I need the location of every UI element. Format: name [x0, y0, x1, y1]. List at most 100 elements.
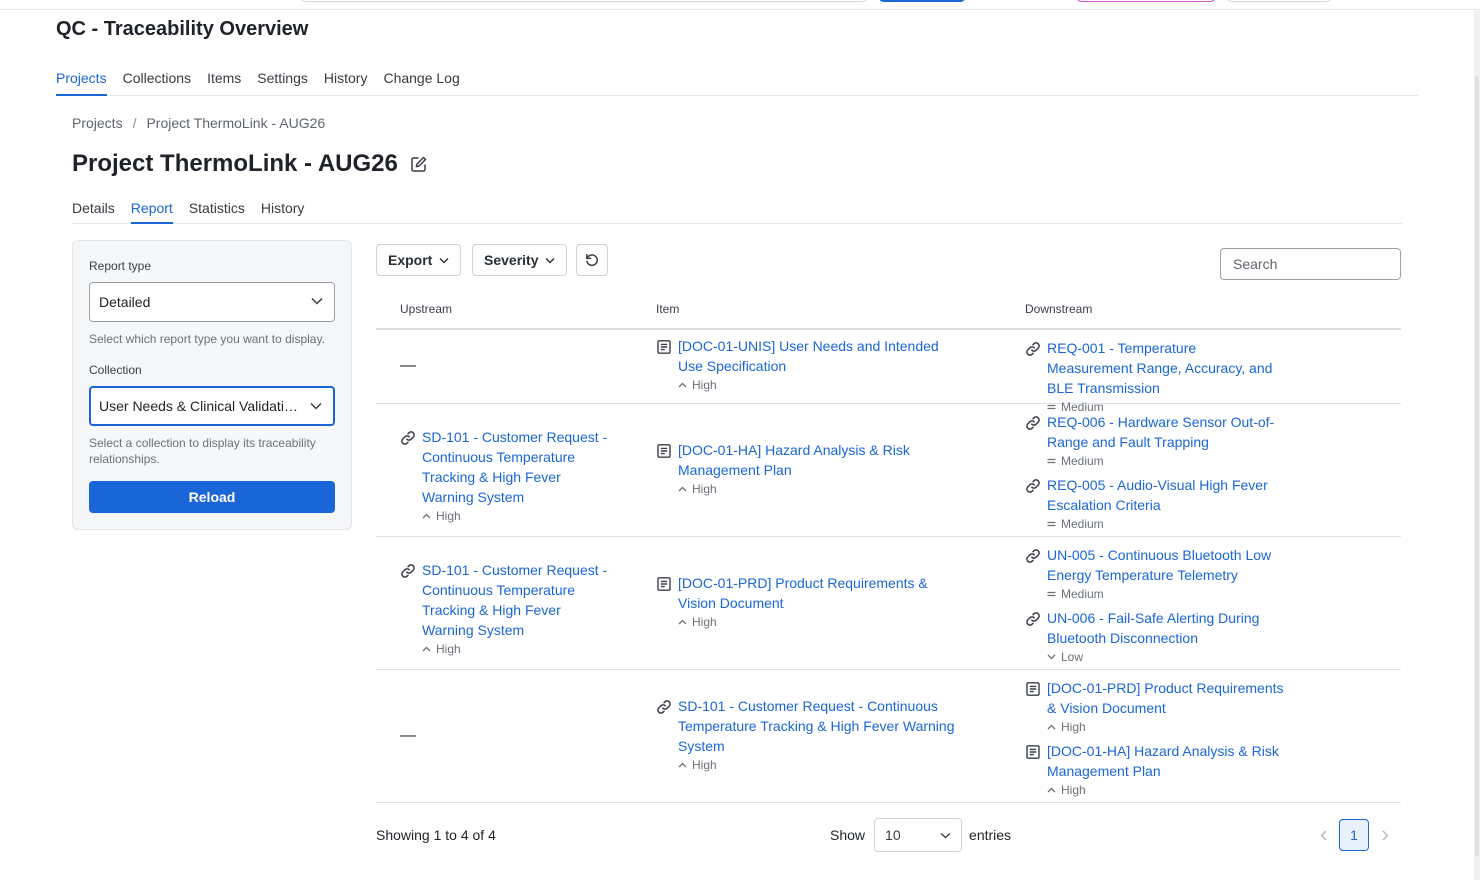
severity-label: High [692, 615, 717, 629]
refresh-button[interactable] [576, 244, 608, 276]
breadcrumb: Projects / Project ThermoLink - AUG26 [72, 115, 325, 131]
tab-collections[interactable]: Collections [123, 70, 191, 96]
table-header: Upstream Item Downstream [376, 296, 1401, 330]
trace-entry: [DOC-01-HA] Hazard Analysis & Risk Manag… [1025, 741, 1285, 799]
link-icon [1025, 415, 1041, 431]
upstream-cell: SD-101 - Customer Request - Continuous T… [400, 560, 610, 658]
top-search-edge [300, 0, 868, 2]
severity-high-icon [678, 382, 692, 388]
severity-medium-icon [1047, 521, 1061, 527]
trace-link[interactable]: UN-005 - Continuous Bluetooth Low Energy… [1047, 545, 1285, 585]
table-row: — SD-101 - Customer Request - Continuous … [376, 670, 1401, 803]
link-icon [656, 699, 672, 715]
page-title: Project ThermoLink - AUG26 [72, 150, 398, 177]
trace-entry: UN-006 - Fail-Safe Alerting During Bluet… [1025, 608, 1285, 666]
page-size-select[interactable]: 10 [874, 818, 963, 852]
trace-entry: [DOC-01-PRD] Product Requirements & Visi… [656, 573, 956, 631]
trace-link[interactable]: [DOC-01-PRD] Product Requirements & Visi… [678, 573, 956, 613]
trace-link[interactable]: [DOC-01-UNIS] User Needs and Intended Us… [678, 336, 956, 376]
chevron-down-icon [311, 297, 323, 305]
page-1-button[interactable]: 1 [1339, 819, 1369, 851]
trace-link[interactable]: [DOC-01-HA] Hazard Analysis & Risk Manag… [1047, 741, 1285, 781]
trace-link[interactable]: SD-101 - Customer Request - Continuous T… [422, 427, 610, 507]
tab-report[interactable]: Report [130, 200, 173, 224]
document-icon [656, 443, 672, 459]
tab-statistics[interactable]: Statistics [189, 200, 245, 224]
trace-entry: [DOC-01-UNIS] User Needs and Intended Us… [656, 336, 956, 394]
chevron-left-icon [1320, 830, 1326, 840]
downstream-cell: [DOC-01-PRD] Product Requirements & Visi… [1025, 678, 1285, 799]
trace-link[interactable]: SD-101 - Customer Request - Continuous T… [422, 560, 610, 640]
severity-indicator: High [678, 376, 956, 394]
search-input[interactable] [1220, 248, 1401, 280]
downstream-cell: REQ-006 - Hardware Sensor Out-of-Range a… [1025, 412, 1285, 533]
next-page-button[interactable] [1375, 819, 1395, 851]
link-icon [1025, 478, 1041, 494]
header-downstream: Downstream [1025, 302, 1093, 316]
trace-entry: SD-101 - Customer Request - Continuous T… [400, 427, 610, 525]
trace-link[interactable]: [DOC-01-PRD] Product Requirements & Visi… [1047, 678, 1285, 718]
trace-link[interactable]: UN-006 - Fail-Safe Alerting During Bluet… [1047, 608, 1285, 648]
severity-button[interactable]: Severity [472, 244, 568, 276]
chevron-right-icon [1382, 830, 1388, 840]
chevron-down-icon [439, 257, 449, 263]
trace-entry: [DOC-01-PRD] Product Requirements & Visi… [1025, 678, 1285, 736]
trace-entry: SD-101 - Customer Request - Continuous T… [656, 696, 956, 774]
page-size-control: Show 10 entries [830, 818, 1011, 852]
report-type-select[interactable]: Detailed [89, 282, 335, 322]
document-icon [1025, 744, 1041, 760]
trace-link[interactable]: REQ-001 - Temperature Measurement Range,… [1047, 338, 1285, 398]
table-row: — [DOC-01-UNIS] User Needs and Intended U… [376, 330, 1401, 414]
app-title: QC - Traceability Overview [56, 18, 309, 40]
severity-label: Medium [1061, 587, 1104, 601]
trace-link[interactable]: SD-101 - Customer Request - Continuous T… [678, 696, 956, 756]
top-button-edge [1226, 0, 1332, 2]
severity-indicator: Medium [1047, 452, 1285, 470]
header-item: Item [656, 302, 680, 316]
severity-label: High [692, 482, 717, 496]
report-type-value: Detailed [99, 294, 151, 310]
tab-project-history[interactable]: History [261, 200, 305, 224]
severity-low-icon [1047, 654, 1061, 660]
collection-select[interactable]: User Needs & Clinical Validation [89, 386, 335, 426]
severity-label: High [436, 642, 461, 656]
empty-upstream: — [400, 357, 416, 374]
edit-icon[interactable] [410, 155, 428, 173]
prev-page-button[interactable] [1313, 819, 1333, 851]
showing-info: Showing 1 to 4 of 4 [376, 827, 496, 843]
item-cell: [DOC-01-UNIS] User Needs and Intended Us… [656, 336, 956, 394]
scrollbar-thumb[interactable] [1475, 76, 1479, 856]
tab-settings[interactable]: Settings [257, 70, 308, 96]
tab-details[interactable]: Details [72, 200, 115, 224]
severity-high-icon [422, 646, 436, 652]
report-type-help: Select which report type you want to dis… [89, 332, 325, 346]
severity-label: Medium [1061, 517, 1104, 531]
trace-link[interactable]: REQ-005 - Audio-Visual High Fever Escala… [1047, 475, 1285, 515]
severity-indicator: High [678, 756, 956, 774]
breadcrumb-projects[interactable]: Projects [72, 115, 123, 131]
trace-link[interactable]: [DOC-01-HA] Hazard Analysis & Risk Manag… [678, 440, 956, 480]
collection-value: User Needs & Clinical Validation [99, 398, 300, 414]
chevron-down-icon [940, 832, 951, 838]
link-icon [400, 430, 416, 446]
severity-high-icon [1047, 787, 1061, 793]
tab-change-log[interactable]: Change Log [383, 70, 459, 96]
tab-history[interactable]: History [324, 70, 368, 96]
trace-entry: SD-101 - Customer Request - Continuous T… [400, 560, 610, 658]
severity-high-icon [678, 486, 692, 492]
link-icon [1025, 611, 1041, 627]
table-body: — [DOC-01-UNIS] User Needs and Intended U… [376, 330, 1401, 803]
report-type-label: Report type [89, 259, 152, 273]
export-button[interactable]: Export [376, 244, 462, 276]
tab-items[interactable]: Items [207, 70, 241, 96]
reload-button[interactable]: Reload [89, 481, 335, 513]
page-title-wrap: Project ThermoLink - AUG26 [72, 150, 428, 178]
export-label: Export [388, 252, 433, 268]
trace-link[interactable]: REQ-006 - Hardware Sensor Out-of-Range a… [1047, 412, 1285, 452]
window-scrollbar[interactable] [1474, 10, 1480, 880]
severity-indicator: High [678, 613, 956, 631]
severity-label: High [692, 758, 717, 772]
refresh-icon [586, 253, 598, 267]
table-row: SD-101 - Customer Request - Continuous T… [376, 404, 1401, 537]
tab-projects[interactable]: Projects [56, 70, 107, 96]
